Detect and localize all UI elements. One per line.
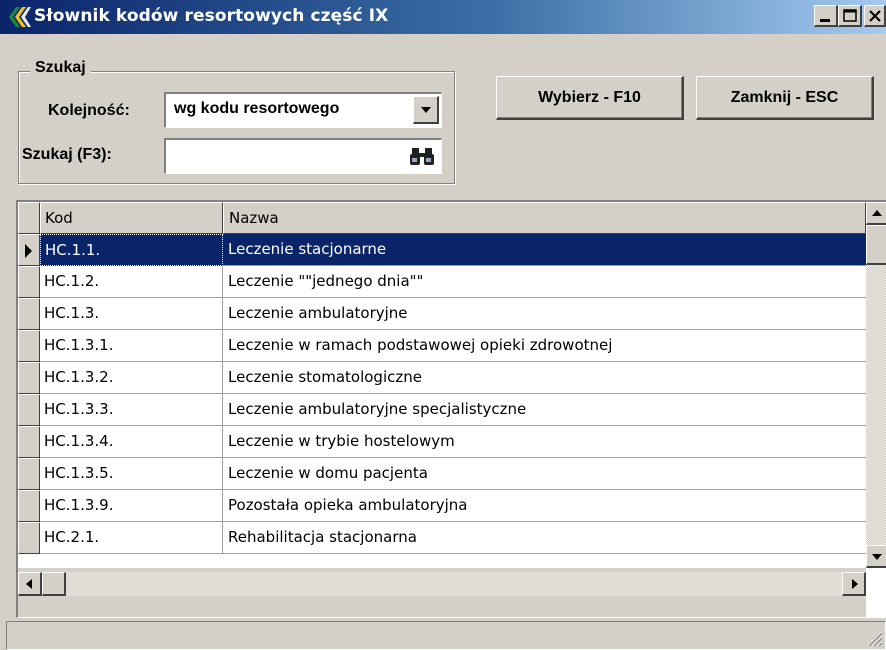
cell-name[interactable]: Pozostała opieka ambulatoryjna [223,490,866,522]
grid-header-row: Kod Nazwa [18,202,866,234]
minimize-button[interactable] [814,5,838,27]
scroll-right-button[interactable] [842,572,866,596]
search-label: Szukaj (F3): [22,146,112,163]
row-indicator[interactable] [18,266,40,298]
row-indicator[interactable] [18,458,40,490]
vertical-scroll-thumb[interactable] [866,225,886,265]
cell-name[interactable]: Leczenie stomatologiczne [223,362,866,394]
close-button[interactable]: Zamknij - ESC [696,76,874,120]
order-select-value: wg kodu resortowego [174,100,340,117]
cell-name[interactable]: Leczenie w domu pacjenta [223,458,866,490]
window-title: Słownik kodów resortowych część IX [34,6,389,26]
table-row[interactable]: HC.1.1. Leczenie stacjonarne [18,234,866,266]
grid-body: Kod Nazwa HC.1.1. Leczenie stacjonarne H… [18,202,866,568]
cell-code[interactable]: HC.1.3.3. [40,394,223,426]
current-row-icon [25,244,32,258]
table-row[interactable]: HC.1.2. Leczenie ""jednego dnia"" [18,266,866,298]
row-indicator[interactable] [18,362,40,394]
row-indicator[interactable] [18,234,40,266]
table-row[interactable]: HC.1.3.3. Leczenie ambulatoryjne specjal… [18,394,866,426]
dropdown-arrow-icon [421,107,431,113]
vertical-scrollbar[interactable] [866,202,886,568]
scroll-down-button[interactable] [866,545,886,568]
cell-code[interactable]: HC.1.3. [40,298,223,330]
row-indicator[interactable] [18,298,40,330]
row-indicator[interactable] [18,490,40,522]
order-label: Kolejność: [48,102,130,119]
cell-code[interactable]: HC.1.2. [40,266,223,298]
table-row[interactable]: HC.1.3. Leczenie ambulatoryjne [18,298,866,330]
order-dropdown-button[interactable] [413,96,439,124]
cell-code[interactable]: HC.2.1. [40,522,223,554]
cell-name[interactable]: Leczenie stacjonarne [223,234,866,266]
close-icon [869,10,881,22]
cell-code[interactable]: HC.1.3.5. [40,458,223,490]
header-corner [18,202,40,234]
row-indicator[interactable] [18,394,40,426]
cell-code[interactable]: HC.1.3.1. [40,330,223,362]
arrow-down-icon [872,554,882,560]
column-header-code[interactable]: Kod [40,202,223,234]
row-indicator[interactable] [18,522,40,554]
cell-name[interactable]: Leczenie ambulatoryjne [223,298,866,330]
resize-grip-icon[interactable] [865,629,883,647]
table-row[interactable]: HC.1.3.9. Pozostała opieka ambulatoryjna [18,490,866,522]
table-row[interactable]: HC.2.1. Rehabilitacja stacjonarna [18,522,866,554]
arrow-left-icon [26,579,32,589]
table-row[interactable]: HC.1.3.5. Leczenie w domu pacjenta [18,458,866,490]
cell-code[interactable]: HC.1.3.9. [40,490,223,522]
app-logo-icon [9,7,31,27]
dictionary-window: Słownik kodów resortowych część IX Szuka… [0,0,886,650]
maximize-button[interactable] [838,5,862,27]
cell-name[interactable]: Leczenie ambulatoryjne specjalistyczne [223,394,866,426]
codes-grid: Kod Nazwa HC.1.1. Leczenie stacjonarne H… [16,200,886,618]
column-header-name[interactable]: Nazwa [223,202,866,234]
cell-code[interactable]: HC.1.3.4. [40,426,223,458]
cell-code[interactable]: HC.1.1. [40,234,223,266]
horizontal-scroll-thumb[interactable] [42,572,66,596]
select-button[interactable]: Wybierz - F10 [496,76,684,120]
arrow-up-icon [872,210,882,216]
scroll-up-button[interactable] [866,202,886,225]
search-field [164,138,442,174]
binoculars-icon[interactable] [409,145,435,167]
title-bar[interactable]: Słownik kodów resortowych część IX [0,0,886,34]
cell-name[interactable]: Rehabilitacja stacjonarna [223,522,866,554]
scroll-left-button[interactable] [18,572,42,596]
cell-code[interactable]: HC.1.3.2. [40,362,223,394]
maximize-icon [843,9,857,22]
cell-name[interactable]: Leczenie w trybie hostelowym [223,426,866,458]
cell-name[interactable]: Leczenie ""jednego dnia"" [223,266,866,298]
table-row[interactable]: HC.1.3.4. Leczenie w trybie hostelowym [18,426,866,458]
horizontal-scroll-area [18,568,866,617]
arrow-right-icon [852,579,858,589]
search-input[interactable] [170,144,390,168]
table-row[interactable]: HC.1.3.2. Leczenie stomatologiczne [18,362,866,394]
close-window-button[interactable] [864,5,886,27]
horizontal-scrollbar[interactable] [18,572,866,596]
order-select[interactable]: wg kodu resortowego [164,92,442,128]
minimize-icon [820,19,830,22]
row-indicator[interactable] [18,426,40,458]
cell-name[interactable]: Leczenie w ramach podstawowej opieki zdr… [223,330,866,362]
status-bar [6,621,886,650]
table-row[interactable]: HC.1.3.1. Leczenie w ramach podstawowej … [18,330,866,362]
search-group-label: Szukaj [30,59,91,77]
row-indicator[interactable] [18,330,40,362]
